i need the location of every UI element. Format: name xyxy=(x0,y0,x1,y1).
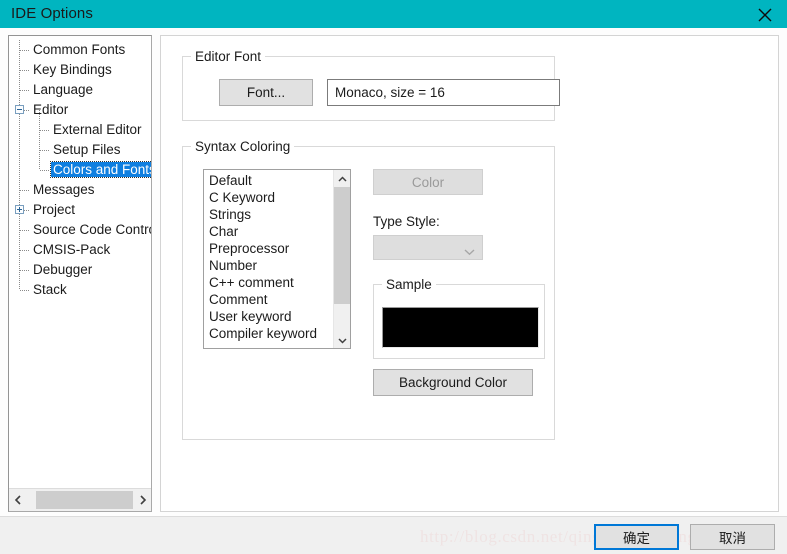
tree-item-label: Editor xyxy=(33,102,69,117)
list-item[interactable]: C++ comment xyxy=(204,274,332,291)
list-item[interactable]: Char xyxy=(204,223,332,240)
tree-item-colors-and-fonts[interactable]: Colors and Fonts xyxy=(50,160,151,180)
tree-item-label: CMSIS-Pack xyxy=(33,242,111,257)
syntax-element-listbox[interactable]: Default C Keyword Strings Char Preprocessor N… xyxy=(203,169,351,349)
tree-item-label: Key Bindings xyxy=(33,62,112,77)
tree-connector-line xyxy=(40,170,49,171)
options-tree[interactable]: Common Fonts Key Bindings Language Editor Ex… xyxy=(9,36,152,488)
tree-item-external-editor[interactable]: External Editor xyxy=(51,120,144,140)
tree-connector-line xyxy=(20,290,29,291)
tree-item-key-bindings[interactable]: Key Bindings xyxy=(31,60,114,80)
tree-connector-line xyxy=(20,70,29,71)
tree-item-editor[interactable]: Editor xyxy=(31,100,70,120)
listbox-vertical-scrollbar[interactable] xyxy=(333,170,350,348)
window-title: IDE Options xyxy=(11,5,93,22)
tree-item-label: Messages xyxy=(33,182,95,197)
tree-item-label: Stack xyxy=(33,282,67,297)
tree-item-label: Language xyxy=(33,82,94,97)
tree-connector-line xyxy=(20,250,29,251)
type-style-select[interactable] xyxy=(373,235,483,260)
sample-color-swatch xyxy=(382,307,539,348)
font-button[interactable]: Font... xyxy=(219,79,313,106)
scroll-thumb-horizontal[interactable] xyxy=(36,491,139,509)
tree-item-label: Source Code Control xyxy=(33,222,152,237)
list-item[interactable]: Default xyxy=(204,172,332,189)
color-button[interactable]: Color xyxy=(373,169,483,195)
tree-connector-line xyxy=(20,190,29,191)
scroll-thumb-vertical[interactable] xyxy=(334,187,350,304)
font-value-field[interactable]: Monaco, size = 16 xyxy=(327,79,560,106)
list-item[interactable]: User keyword xyxy=(204,308,332,325)
list-item[interactable]: Strings xyxy=(204,206,332,223)
tree-item-source-code-control[interactable]: Source Code Control xyxy=(31,220,152,240)
tree-item-stack[interactable]: Stack xyxy=(31,280,69,300)
tree-item-debugger[interactable]: Debugger xyxy=(31,260,94,280)
list-item[interactable]: Compiler keyword xyxy=(204,325,332,342)
dialog-footer: http://blog.csdn.net/qinghuanmeiying 确定 … xyxy=(0,516,787,554)
editor-font-group: Editor Font Font... Monaco, size = 16 xyxy=(182,49,560,121)
list-item[interactable]: Preprocessor xyxy=(204,240,332,257)
chevron-down-icon xyxy=(464,244,475,259)
tree-connector-line xyxy=(20,230,29,231)
syntax-coloring-legend: Syntax Coloring xyxy=(191,139,295,154)
title-bar: IDE Options xyxy=(0,0,787,28)
dialog-body: Common Fonts Key Bindings Language Editor Ex… xyxy=(0,28,787,516)
tree-item-cmsis-pack[interactable]: CMSIS-Pack xyxy=(31,240,112,260)
list-item[interactable]: Comment xyxy=(204,291,332,308)
tree-connector-line xyxy=(20,50,29,51)
cancel-button[interactable]: 取消 xyxy=(690,524,775,550)
sample-legend: Sample xyxy=(382,277,436,292)
tree-item-label: External Editor xyxy=(53,122,142,137)
list-item[interactable]: C Keyword xyxy=(204,189,332,206)
scroll-left-button[interactable] xyxy=(9,489,27,511)
tree-item-common-fonts[interactable]: Common Fonts xyxy=(31,40,127,60)
tree-item-label: Project xyxy=(33,202,76,217)
tree-connector-line xyxy=(40,150,49,151)
scroll-right-button[interactable] xyxy=(133,489,151,511)
tree-horizontal-scrollbar[interactable] xyxy=(9,488,151,511)
tree-connector-line xyxy=(20,270,29,271)
list-item[interactable]: Number xyxy=(204,257,332,274)
tree-item-setup-files[interactable]: Setup Files xyxy=(51,140,123,160)
scroll-down-button[interactable] xyxy=(334,331,350,348)
tree-item-project[interactable]: Project xyxy=(31,200,77,220)
sample-group: Sample xyxy=(373,277,545,359)
scroll-up-button[interactable] xyxy=(334,170,350,187)
syntax-element-list[interactable]: Default C Keyword Strings Char Preprocessor N… xyxy=(204,172,332,342)
options-main-panel: Editor Font Font... Monaco, size = 16 Sy… xyxy=(160,35,779,512)
editor-font-legend: Editor Font xyxy=(191,49,266,64)
tree-item-label: Debugger xyxy=(33,262,93,277)
ide-options-dialog: IDE Options Common Fonts Key Bindings Lang… xyxy=(0,0,787,554)
tree-expand-icon[interactable] xyxy=(15,205,24,214)
tree-item-label: Setup Files xyxy=(53,142,121,157)
tree-item-messages[interactable]: Messages xyxy=(31,180,97,200)
background-color-button[interactable]: Background Color xyxy=(373,369,533,396)
tree-item-language[interactable]: Language xyxy=(31,80,95,100)
type-style-label: Type Style: xyxy=(373,214,440,229)
syntax-coloring-group: Syntax Coloring Default C Keyword Strings C… xyxy=(182,139,555,440)
close-button[interactable] xyxy=(743,0,787,28)
tree-item-label: Colors and Fonts xyxy=(50,161,151,178)
tree-connector-line xyxy=(19,40,20,290)
tree-connector-line xyxy=(20,90,29,91)
tree-item-label: Common Fonts xyxy=(33,42,126,57)
ok-button[interactable]: 确定 xyxy=(594,524,679,550)
tree-connector-line xyxy=(40,130,49,131)
options-tree-panel: Common Fonts Key Bindings Language Editor Ex… xyxy=(8,35,152,512)
tree-collapse-icon[interactable] xyxy=(15,105,24,114)
